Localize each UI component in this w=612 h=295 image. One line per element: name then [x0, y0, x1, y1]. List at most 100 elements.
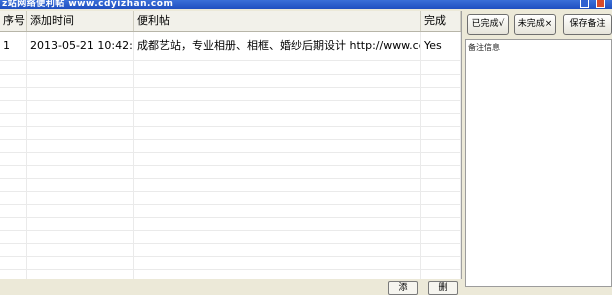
empty-cell — [421, 204, 461, 217]
empty-cell — [27, 126, 134, 139]
empty-cell — [0, 152, 27, 165]
empty-cell — [27, 113, 134, 126]
column-header-done[interactable]: 完成 — [421, 11, 461, 31]
notes-grid: 序号 添加时间 便利帖 完成 1 2013-05-21 10:42:49 成都艺… — [0, 11, 462, 279]
empty-cell — [0, 126, 27, 139]
empty-row — [0, 191, 461, 205]
empty-cell — [421, 243, 461, 256]
empty-cell — [134, 191, 421, 204]
row-index: 1 — [0, 32, 27, 60]
empty-row — [0, 165, 461, 179]
empty-cell — [421, 113, 461, 126]
empty-cell — [0, 256, 27, 269]
empty-cell — [421, 87, 461, 100]
table-row[interactable]: 1 2013-05-21 10:42:49 成都艺站，专业相册、相框、婚纱后期设… — [0, 32, 461, 61]
empty-row — [0, 126, 461, 140]
row-time: 2013-05-21 10:42:49 — [27, 32, 134, 60]
empty-cell — [134, 204, 421, 217]
empty-cell — [421, 256, 461, 269]
empty-cell — [421, 100, 461, 113]
empty-cell — [134, 139, 421, 152]
empty-row — [0, 178, 461, 192]
empty-cell — [0, 243, 27, 256]
empty-cell — [134, 87, 421, 100]
grid-header: 序号 添加时间 便利帖 完成 — [0, 11, 461, 32]
empty-cell — [421, 191, 461, 204]
row-note: 成都艺站，专业相册、相框、婚纱后期设计 http://www.cdyizha..… — [134, 32, 421, 60]
empty-cell — [134, 165, 421, 178]
empty-row — [0, 243, 461, 257]
empty-cell — [27, 61, 134, 74]
empty-row — [0, 139, 461, 153]
empty-cell — [134, 61, 421, 74]
empty-cell — [134, 269, 421, 279]
empty-cell — [0, 100, 27, 113]
column-header-note[interactable]: 便利帖 — [134, 11, 421, 31]
empty-row — [0, 204, 461, 218]
empty-cell — [0, 139, 27, 152]
empty-cell — [27, 230, 134, 243]
mark-undone-button[interactable]: 未完成× — [514, 14, 556, 35]
column-header-index[interactable]: 序号 — [0, 11, 27, 31]
empty-cell — [421, 230, 461, 243]
empty-cell — [27, 256, 134, 269]
empty-cell — [0, 165, 27, 178]
empty-cell — [134, 243, 421, 256]
add-button[interactable]: 添 — [388, 281, 418, 295]
empty-row — [0, 74, 461, 88]
empty-cell — [134, 256, 421, 269]
empty-cell — [134, 152, 421, 165]
empty-cell — [134, 74, 421, 87]
column-header-time[interactable]: 添加时间 — [27, 11, 134, 31]
empty-cell — [27, 269, 134, 279]
window-title: z站网络便利帖 www.cdyizhan.com — [2, 0, 174, 9]
empty-row — [0, 113, 461, 127]
empty-row — [0, 256, 461, 270]
empty-cell — [27, 243, 134, 256]
empty-row — [0, 230, 461, 244]
empty-cell — [27, 217, 134, 230]
empty-cell — [27, 152, 134, 165]
empty-cell — [134, 100, 421, 113]
empty-cell — [421, 217, 461, 230]
empty-cell — [27, 74, 134, 87]
empty-cell — [0, 87, 27, 100]
empty-row — [0, 87, 461, 101]
mark-done-button[interactable]: 已完成√ — [467, 14, 509, 35]
empty-cell — [134, 230, 421, 243]
empty-cell — [27, 204, 134, 217]
empty-cell — [421, 74, 461, 87]
empty-cell — [27, 165, 134, 178]
empty-cell — [0, 230, 27, 243]
empty-cell — [134, 178, 421, 191]
right-panel: 已完成√ 未完成× 保存备注 备注信息 — [463, 11, 612, 287]
empty-cell — [134, 113, 421, 126]
empty-row — [0, 61, 461, 75]
delete-button[interactable]: 删 — [428, 281, 458, 295]
empty-row — [0, 100, 461, 114]
notes-placeholder: 备注信息 — [468, 43, 500, 52]
empty-cell — [421, 139, 461, 152]
minimize-button[interactable] — [580, 0, 589, 8]
empty-cell — [27, 100, 134, 113]
close-button[interactable] — [596, 0, 605, 8]
save-notes-button[interactable]: 保存备注 — [563, 14, 612, 35]
empty-cell — [27, 139, 134, 152]
notes-textarea[interactable]: 备注信息 — [465, 39, 612, 287]
row-done: Yes — [421, 32, 461, 60]
empty-cell — [421, 61, 461, 74]
empty-cell — [421, 165, 461, 178]
empty-cell — [0, 61, 27, 74]
empty-cell — [421, 152, 461, 165]
empty-row — [0, 217, 461, 231]
empty-row — [0, 152, 461, 166]
empty-cell — [27, 178, 134, 191]
empty-cell — [421, 178, 461, 191]
empty-cell — [0, 178, 27, 191]
empty-cell — [27, 191, 134, 204]
empty-cell — [421, 126, 461, 139]
empty-cell — [0, 217, 27, 230]
empty-cell — [134, 126, 421, 139]
empty-cell — [134, 217, 421, 230]
empty-cell — [0, 204, 27, 217]
